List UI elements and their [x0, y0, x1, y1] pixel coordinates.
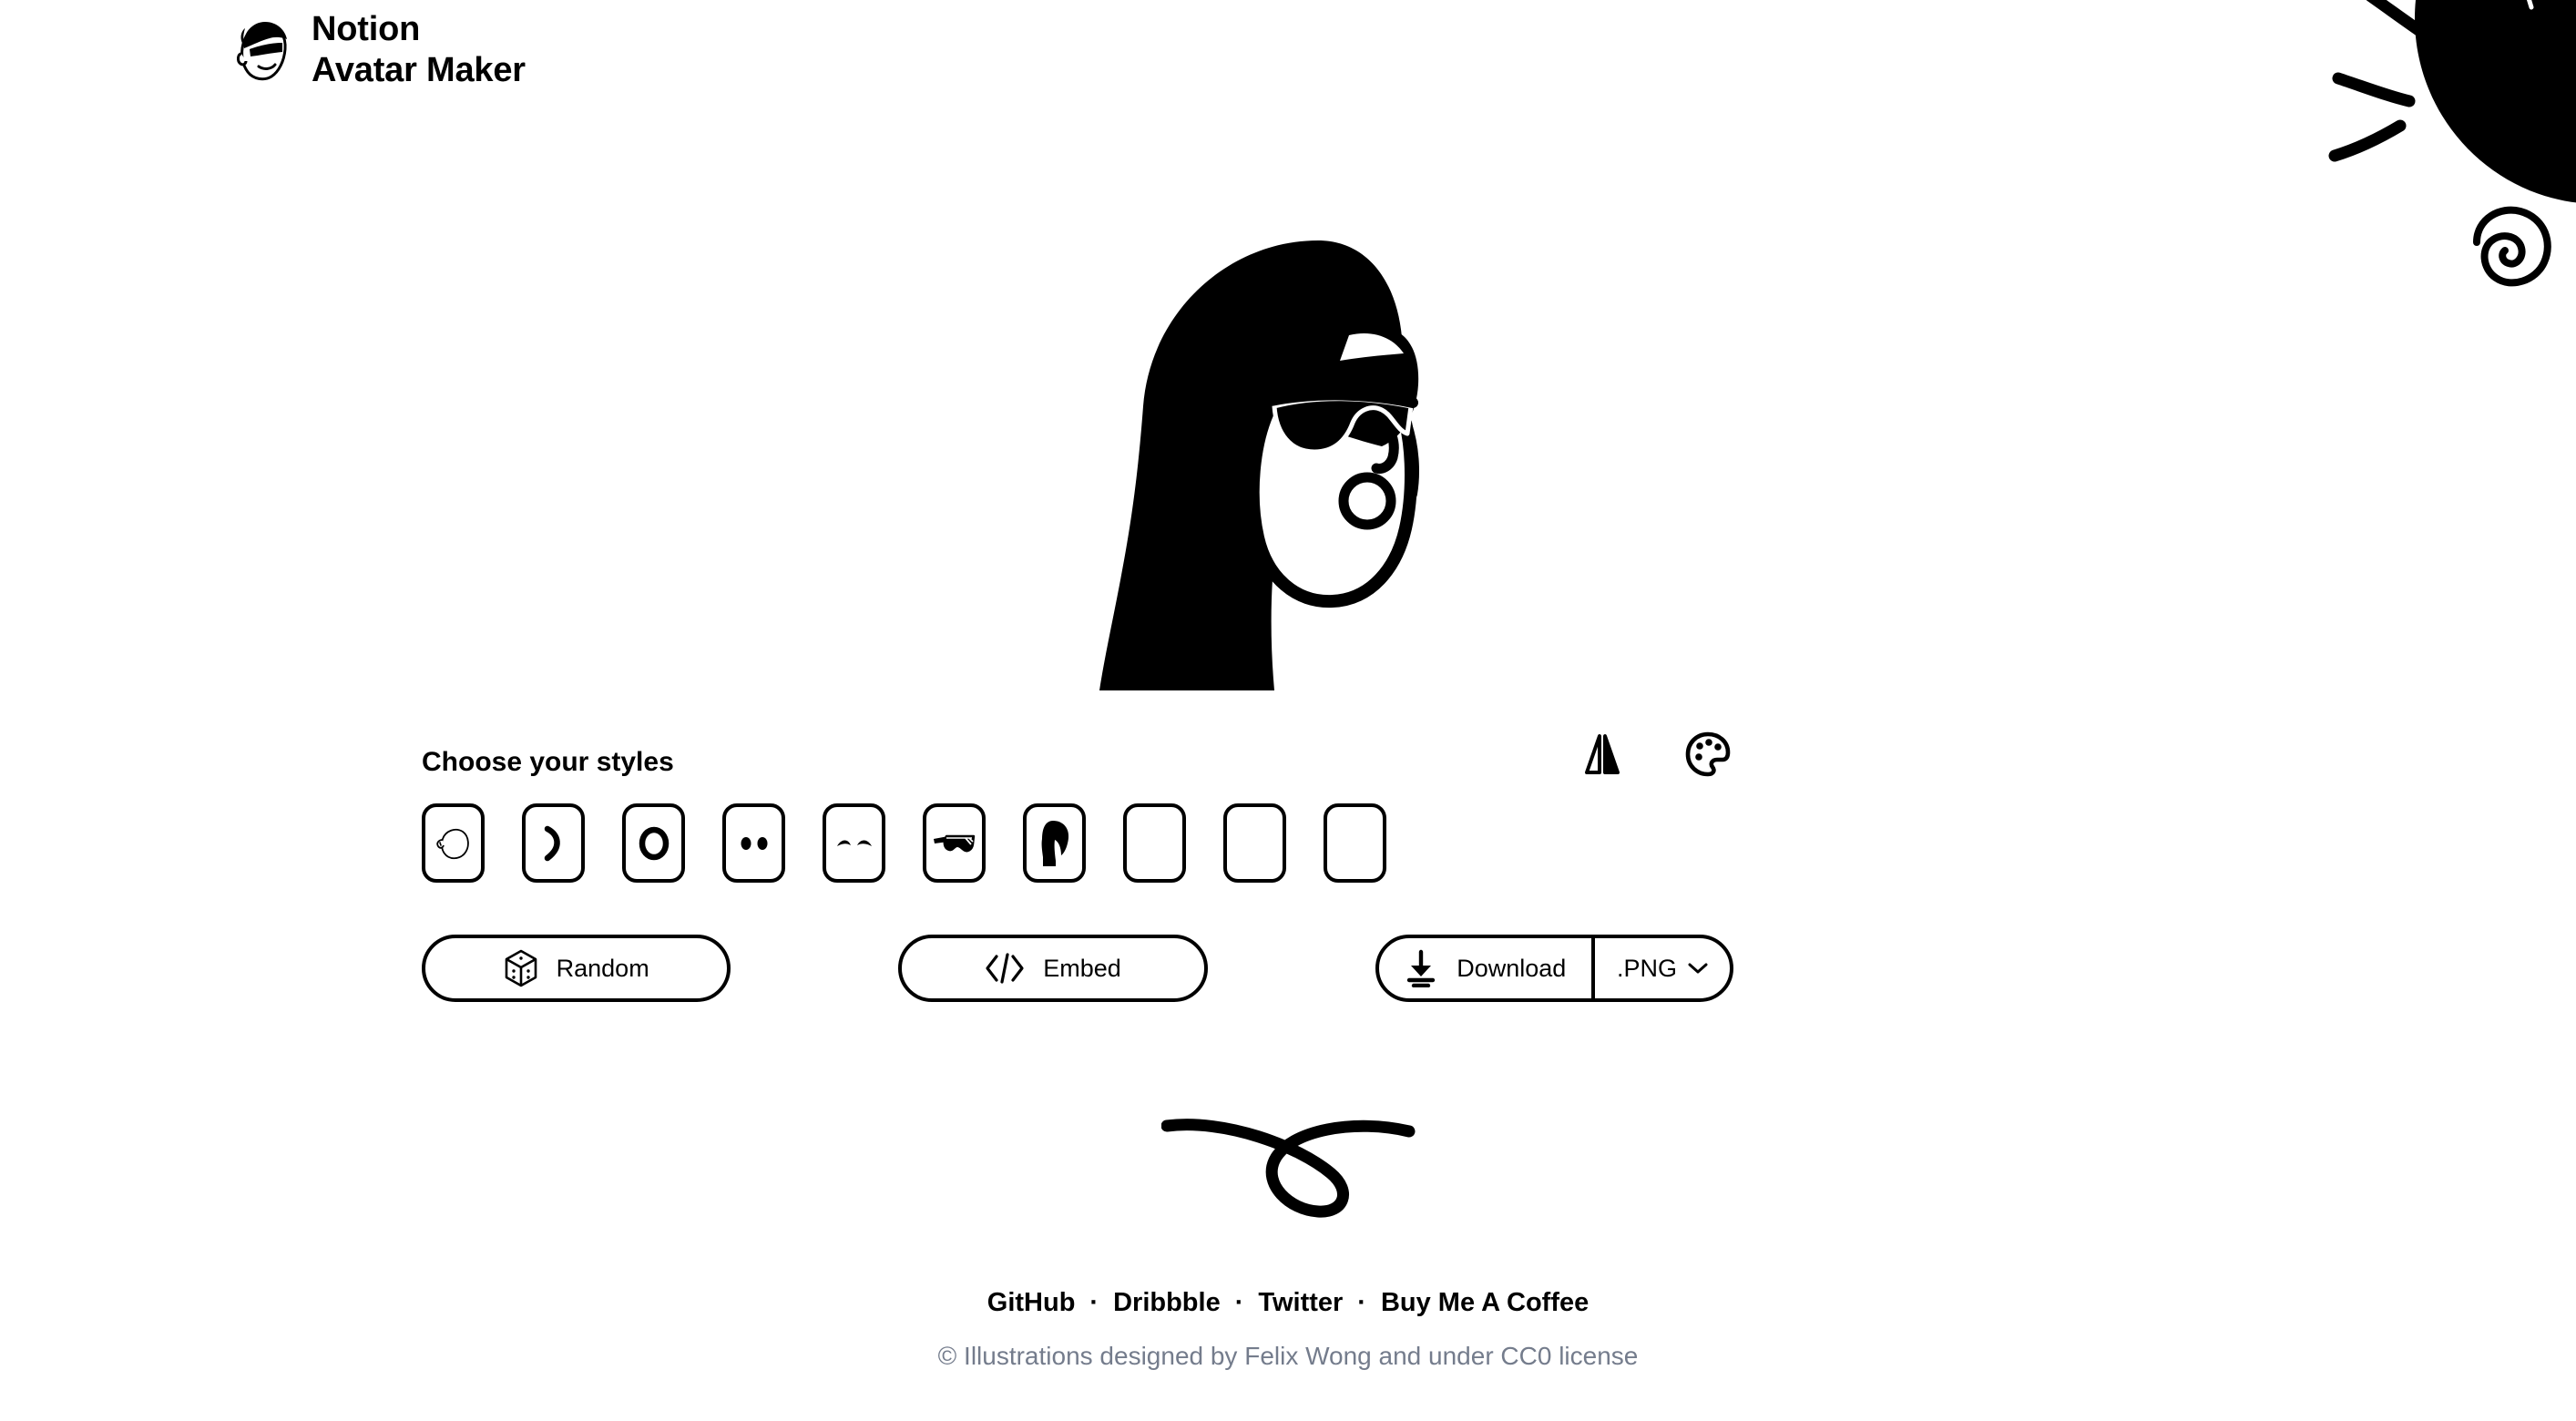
avatar-illustration: [1099, 240, 1419, 690]
download-button[interactable]: Download: [1379, 938, 1595, 998]
footer-link-buy-me-a-coffee[interactable]: Buy Me A Coffee: [1381, 1288, 1589, 1318]
download-button-label: Download: [1457, 954, 1567, 982]
eyes-dots-icon: [735, 830, 773, 857]
palette-button[interactable]: [1682, 729, 1733, 780]
style-chip-eyes[interactable]: [722, 803, 785, 883]
editor-toolbar: Choose your styles: [422, 729, 1733, 794]
goggles-icon: [932, 831, 977, 856]
style-chip-details[interactable]: [1324, 803, 1386, 883]
app-title-line-2: Avatar Maker: [312, 50, 526, 89]
dice-icon: [504, 949, 538, 987]
app-title-line-1: Notion: [312, 10, 421, 48]
dash-strokes-decoration: [2318, 0, 2546, 201]
style-chip-accessories[interactable]: [1223, 803, 1286, 883]
nose-crescent-icon: [538, 823, 569, 864]
loop-swoosh-decoration: [1160, 1104, 1416, 1222]
style-chip-mouth[interactable]: [622, 803, 685, 883]
footer-separator: ·: [1089, 1288, 1099, 1317]
footer-link-github[interactable]: GitHub: [987, 1288, 1076, 1318]
style-chip-nose[interactable]: [522, 803, 585, 883]
style-chip-hair[interactable]: [1023, 803, 1086, 883]
chevron-down-icon: [1688, 962, 1708, 975]
app-title-block: Notion Avatar Maker: [312, 9, 526, 91]
download-arrow-icon: [1404, 949, 1438, 987]
long-hair-icon: [1037, 819, 1073, 868]
style-editor-panel: Choose your styles Random Embed Download…: [422, 729, 1733, 1002]
code-brackets-icon: [985, 951, 1025, 986]
ink-blob-decoration: [2409, 0, 2576, 216]
footer-link-twitter[interactable]: Twitter: [1258, 1288, 1343, 1318]
app-root: Notion Avatar Maker Choose your styles R…: [0, 0, 2576, 1421]
footer-links: GitHub · Dribbble · Twitter · Buy Me A C…: [987, 1288, 1589, 1318]
footer-separator: ·: [1357, 1288, 1366, 1317]
page-footer: GitHub · Dribbble · Twitter · Buy Me A C…: [0, 1288, 2576, 1371]
style-chip-face[interactable]: [422, 803, 485, 883]
flip-button[interactable]: [1577, 729, 1628, 780]
mouth-ring-icon: [636, 823, 672, 864]
action-button-row: Random Embed Download .PNG: [422, 935, 1733, 1002]
format-select-value: .PNG: [1616, 954, 1677, 982]
footer-separator: ·: [1234, 1288, 1244, 1317]
color-palette-icon: [1684, 731, 1732, 778]
style-chip-row: [422, 803, 1733, 883]
footer-copyright: © Illustrations designed by Felix Wong a…: [937, 1342, 1639, 1370]
download-group: Download .PNG: [1375, 935, 1733, 1002]
face-shape-icon: [434, 824, 473, 863]
style-chip-eyebrows[interactable]: [823, 803, 885, 883]
embed-button[interactable]: Embed: [898, 935, 1208, 1002]
random-button[interactable]: Random: [422, 935, 731, 1002]
eyebrows-arch-icon: [834, 833, 874, 854]
avatar-preview[interactable]: [0, 210, 2576, 720]
section-title: Choose your styles: [422, 747, 674, 777]
footer-link-dribbble[interactable]: Dribbble: [1113, 1288, 1221, 1318]
format-select[interactable]: .PNG: [1595, 938, 1730, 998]
app-header: Notion Avatar Maker: [235, 9, 526, 91]
random-button-label: Random: [556, 954, 649, 982]
style-chip-beard[interactable]: [1123, 803, 1186, 883]
flip-horizontal-icon: [1584, 732, 1620, 776]
embed-button-label: Embed: [1043, 954, 1121, 982]
notion-avatar-face-logo-icon: [235, 17, 291, 83]
editor-tool-icons: [1577, 729, 1733, 780]
style-chip-glasses[interactable]: [923, 803, 986, 883]
